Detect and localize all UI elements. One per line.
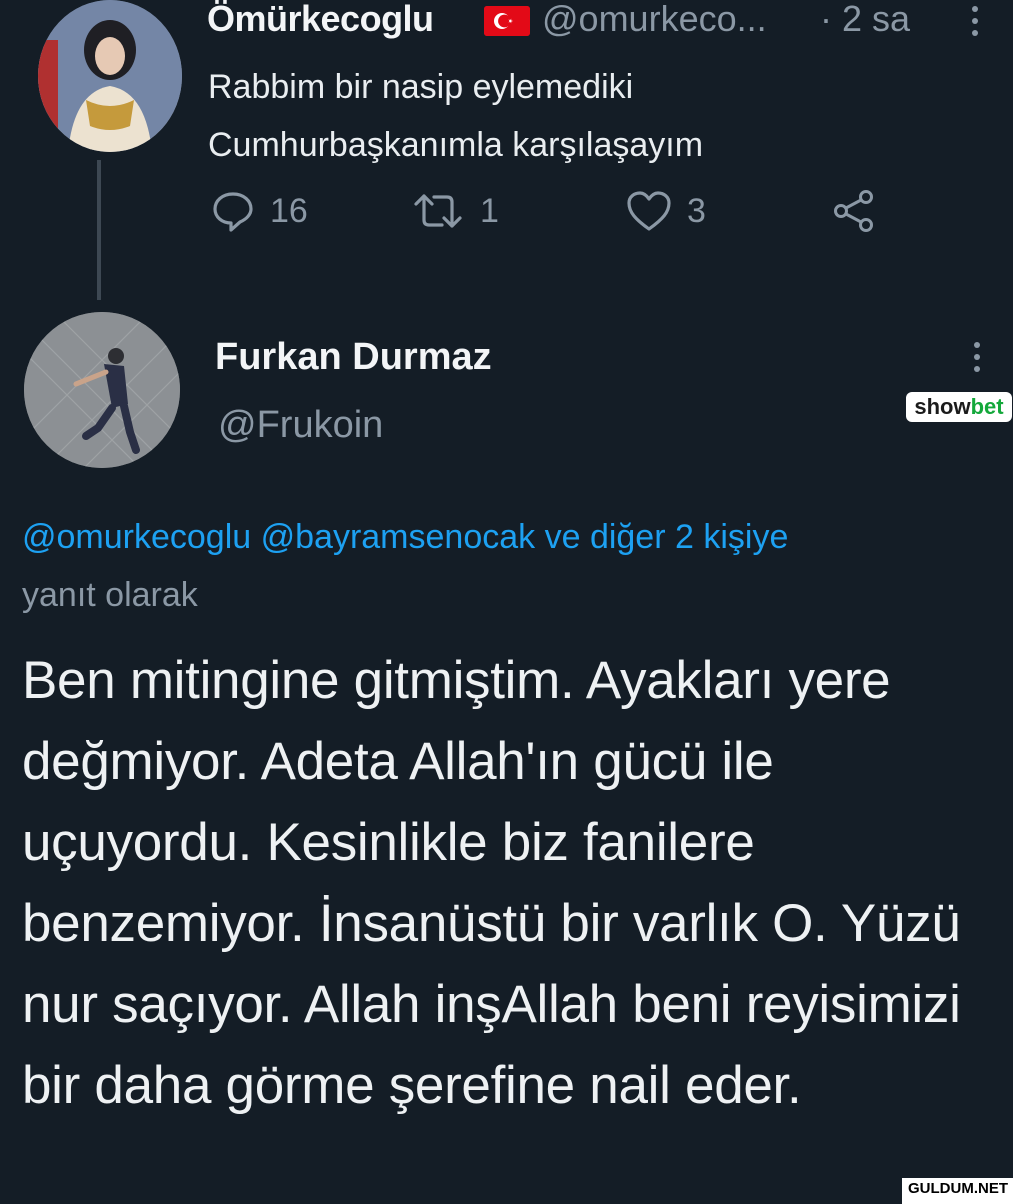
parent-display-name[interactable]: Ömürkecoglu <box>207 0 434 40</box>
watermark: GULDUM.NET <box>902 1178 1013 1204</box>
showbet-logo: showbet <box>906 392 1012 422</box>
reply-more-options-icon[interactable] <box>974 342 982 378</box>
parent-more-options-icon[interactable] <box>972 6 980 42</box>
turkey-flag-icon <box>484 6 530 36</box>
like-count: 3 <box>687 191 706 230</box>
retweet-count: 1 <box>480 191 499 230</box>
like-button[interactable]: 3 <box>625 188 706 234</box>
reply-to-mentions[interactable]: @omurkecoglu @bayramsenocak ve diğer 2 k… <box>22 518 788 556</box>
retweet-icon <box>414 194 462 228</box>
heart-icon <box>627 191 671 231</box>
reply-count: 16 <box>270 191 308 230</box>
parent-handle[interactable]: @omurkeco... <box>542 0 767 40</box>
reply-tweet-text: Ben mitingine gitmiştim. Ayakları yere d… <box>22 651 961 1115</box>
replying-to: @omurkecoglu @bayramsenocak ve diğer 2 k… <box>22 508 1012 624</box>
share-icon <box>834 190 873 232</box>
thread-line <box>97 160 101 300</box>
showbet-logo-text-b: bet <box>970 394 1004 419</box>
reply-icon <box>213 192 253 232</box>
parent-tweet-text: Rabbim bir nasip eylemediki Cumhurbaşkan… <box>208 68 704 164</box>
showbet-logo-text-a: show <box>914 394 971 419</box>
reply-button[interactable]: 16 <box>210 188 308 234</box>
reply-display-name[interactable]: Furkan Durmaz <box>215 336 492 379</box>
retweet-button[interactable]: 1 <box>410 188 499 234</box>
share-button[interactable] <box>830 188 878 234</box>
parent-avatar[interactable] <box>38 0 182 152</box>
reply-avatar[interactable] <box>24 312 180 468</box>
reply-handle[interactable]: @Frukoin <box>218 404 383 447</box>
parent-action-bar: 16 1 3 <box>210 188 910 248</box>
reply-to-suffix: yanıt olarak <box>22 576 198 614</box>
parent-timestamp[interactable]: · 2 sa <box>820 0 910 40</box>
